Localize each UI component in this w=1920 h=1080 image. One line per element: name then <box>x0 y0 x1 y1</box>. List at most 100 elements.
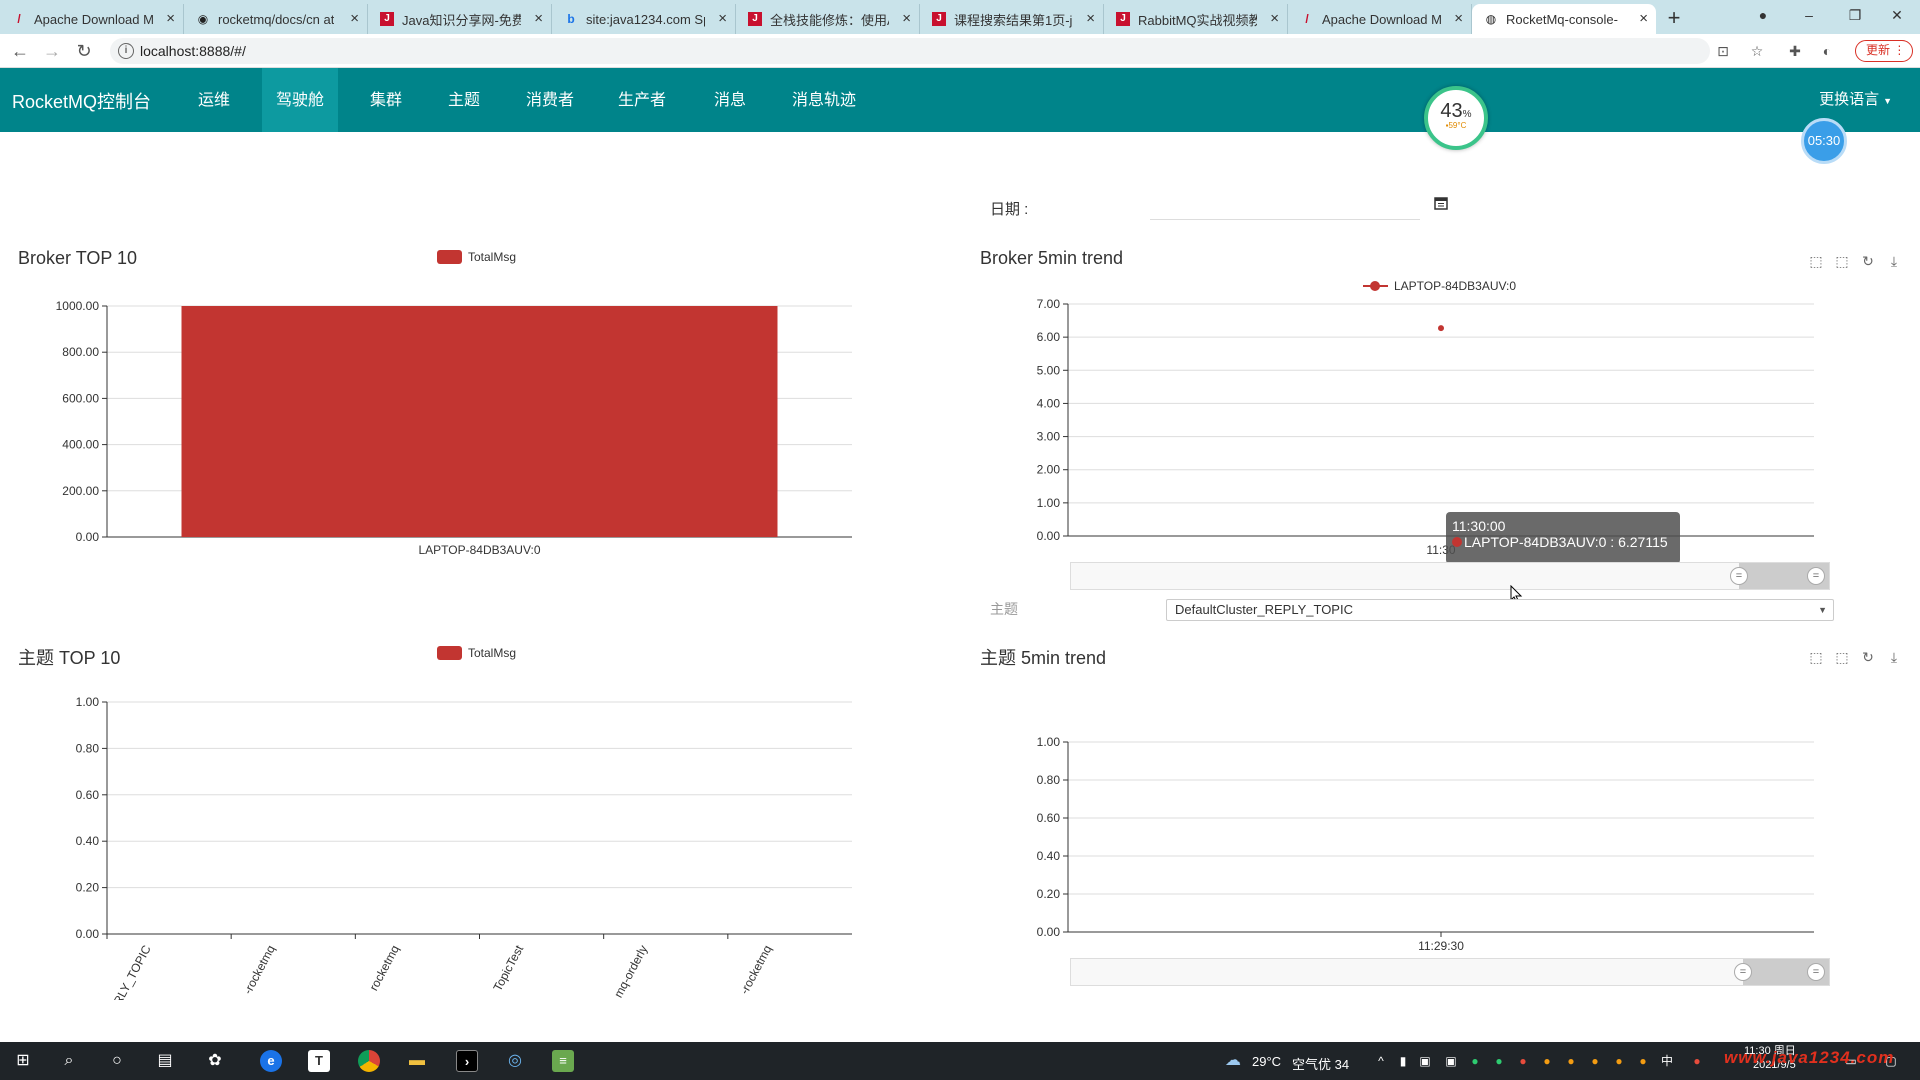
nav-item[interactable]: 消息 <box>700 68 760 132</box>
close-tab-icon[interactable]: × <box>902 10 911 27</box>
file-explorer-icon[interactable]: ▬ <box>406 1050 428 1072</box>
nav-item[interactable]: 生产者 <box>604 68 680 132</box>
wechat-icon[interactable]: ● <box>1488 1050 1510 1072</box>
y-tick-label: 0.20 <box>1037 887 1061 901</box>
url-text[interactable]: localhost:8888/#/ <box>140 43 246 59</box>
zoom-reset-icon[interactable]: ⬚ <box>1834 253 1850 269</box>
nav-item[interactable]: 主题 <box>434 68 494 132</box>
profile-icon[interactable]: ● <box>1740 0 1786 34</box>
close-tab-icon[interactable]: × <box>350 10 359 27</box>
minimize-icon[interactable]: – <box>1786 0 1832 34</box>
network-app-icon[interactable]: ◎ <box>504 1050 526 1072</box>
datazoom-left-handle[interactable]: = <box>1730 567 1748 585</box>
site-info-icon[interactable]: i <box>118 43 134 59</box>
cortana-icon[interactable]: ○ <box>106 1050 128 1072</box>
y-tick-label: 4.00 <box>1037 396 1061 410</box>
topic-top-legend[interactable]: TotalMsg <box>437 646 516 660</box>
nav-item[interactable]: 运维 <box>184 68 244 132</box>
tray-app-icon[interactable]: ● <box>1512 1050 1534 1072</box>
omnibox[interactable]: i localhost:8888/#/ <box>110 38 1710 64</box>
tray-app-icon[interactable]: ▣ <box>1414 1050 1436 1072</box>
notepad-icon[interactable]: ≡ <box>552 1050 574 1072</box>
weather-cloud-icon[interactable]: ☁ <box>1222 1050 1244 1072</box>
tray-app-icon[interactable]: ● <box>1686 1050 1708 1072</box>
browser-tab[interactable]: b site:java1234.com Sp × <box>552 4 736 34</box>
terminal-icon[interactable]: › <box>456 1050 478 1072</box>
close-tab-icon[interactable]: × <box>166 10 175 27</box>
forward-icon[interactable]: → <box>40 39 64 63</box>
restore-chart-icon[interactable]: ↻ <box>1860 649 1876 665</box>
translate-icon[interactable]: ⊡ <box>1714 42 1732 60</box>
broker-top-legend[interactable]: TotalMsg <box>437 250 516 264</box>
tab-label: Apache Download M <box>1322 11 1441 27</box>
calendar-icon[interactable] <box>1434 196 1448 210</box>
zoom-reset-icon[interactable]: ⬚ <box>1834 649 1850 665</box>
nav-item[interactable]: 驾驶舱 <box>262 68 339 132</box>
bookmark-star-icon[interactable]: ☆ <box>1748 42 1766 60</box>
topic-select[interactable]: DefaultCluster_REPLY_TOPIC ▼ <box>1166 599 1834 621</box>
tray-app-icon[interactable]: ● <box>1464 1050 1486 1072</box>
download-icon[interactable]: ⤓ <box>1886 253 1902 269</box>
datazoom-right-handle[interactable]: = <box>1807 963 1825 981</box>
microphone-icon[interactable]: ▮ <box>1392 1050 1414 1072</box>
close-tab-icon[interactable]: × <box>534 10 543 27</box>
nav-item[interactable]: 消费者 <box>512 68 588 132</box>
update-button[interactable]: 更新 ⋮ <box>1855 40 1913 62</box>
browser-tab[interactable]: / Apache Download M × <box>1288 4 1472 34</box>
chrome-icon[interactable] <box>358 1050 380 1072</box>
browser-tab[interactable]: J 课程搜索结果第1页-ja × <box>920 4 1104 34</box>
close-tab-icon[interactable]: × <box>1639 10 1648 27</box>
browser-tab[interactable]: ◉ rocketmq/docs/cn at × <box>184 4 368 34</box>
close-tab-icon[interactable]: × <box>1270 10 1279 27</box>
weather-temp[interactable]: 29°C <box>1252 1054 1281 1069</box>
date-input[interactable] <box>1150 188 1420 220</box>
y-tick-label: 7.00 <box>1037 297 1061 311</box>
restore-icon[interactable]: ❐ <box>1832 0 1878 34</box>
restore-chart-icon[interactable]: ↻ <box>1860 253 1876 269</box>
close-window-icon[interactable]: ✕ <box>1874 0 1920 34</box>
close-tab-icon[interactable]: × <box>718 10 727 27</box>
browser-tab[interactable]: / Apache Download M × <box>0 4 184 34</box>
broker-trend-datazoom[interactable]: = = <box>1070 562 1830 590</box>
nav-item[interactable]: 集群 <box>356 68 416 132</box>
browser-tab[interactable]: ◍ RocketMq-console- × <box>1472 4 1656 34</box>
datazoom-right-handle[interactable]: = <box>1807 567 1825 585</box>
tray-expand-icon[interactable]: ^ <box>1370 1050 1392 1072</box>
zoom-icon[interactable]: ⬚ <box>1808 649 1824 665</box>
topic-trend-datazoom[interactable]: = = <box>1070 958 1830 986</box>
tray-app-icon[interactable]: ▣ <box>1440 1050 1462 1072</box>
zoom-icon[interactable]: ⬚ <box>1808 253 1824 269</box>
close-tab-icon[interactable]: × <box>1454 10 1463 27</box>
timer-badge[interactable]: 05:30 <box>1801 118 1847 164</box>
chart-tooltip: 11:30:00 LAPTOP-84DB3AUV:0 : 6.27115 <box>1446 512 1680 564</box>
java1234-icon: J <box>748 12 762 26</box>
qq-icon[interactable]: ● <box>1632 1050 1654 1072</box>
windows-start-icon[interactable]: ⊞ <box>12 1050 34 1072</box>
search-icon[interactable]: ⌕ <box>58 1050 80 1072</box>
download-icon[interactable]: ⤓ <box>1886 649 1902 665</box>
app-brand[interactable]: RocketMQ控制台 <box>12 88 151 114</box>
qq-icon[interactable]: ● <box>1536 1050 1558 1072</box>
app-fan-icon[interactable]: ✿ <box>204 1050 226 1072</box>
qq-icon[interactable]: ● <box>1608 1050 1630 1072</box>
performance-monitor-widget[interactable]: 43% ▪59°C <box>1424 86 1488 150</box>
air-quality[interactable]: 空气优 34 <box>1292 1054 1349 1073</box>
typora-icon[interactable]: T <box>308 1050 330 1072</box>
qq-icon[interactable]: ● <box>1584 1050 1606 1072</box>
back-icon[interactable]: ← <box>8 39 32 63</box>
qq-icon[interactable]: ● <box>1560 1050 1582 1072</box>
profile-avatar-icon[interactable]: ◐ <box>1818 42 1836 60</box>
task-view-icon[interactable]: ▤ <box>154 1050 176 1072</box>
close-tab-icon[interactable]: × <box>1086 10 1095 27</box>
edge-browser-icon[interactable]: e <box>260 1050 282 1072</box>
language-switcher[interactable]: 更换语言 ▼ <box>1819 88 1892 109</box>
browser-tab[interactable]: J RabbitMQ实战视频教 × <box>1104 4 1288 34</box>
new-tab-button[interactable]: + <box>1656 4 1692 34</box>
browser-tab[interactable]: J 全栈技能修炼：使用A × <box>736 4 920 34</box>
ime-indicator[interactable]: 中 <box>1656 1050 1678 1072</box>
browser-tab[interactable]: J Java知识分享网-免费 × <box>368 4 552 34</box>
extensions-icon[interactable]: ✚ <box>1786 42 1804 60</box>
reload-icon[interactable]: ↻ <box>72 39 96 63</box>
datazoom-left-handle[interactable]: = <box>1734 963 1752 981</box>
nav-item[interactable]: 消息轨迹 <box>778 68 870 132</box>
